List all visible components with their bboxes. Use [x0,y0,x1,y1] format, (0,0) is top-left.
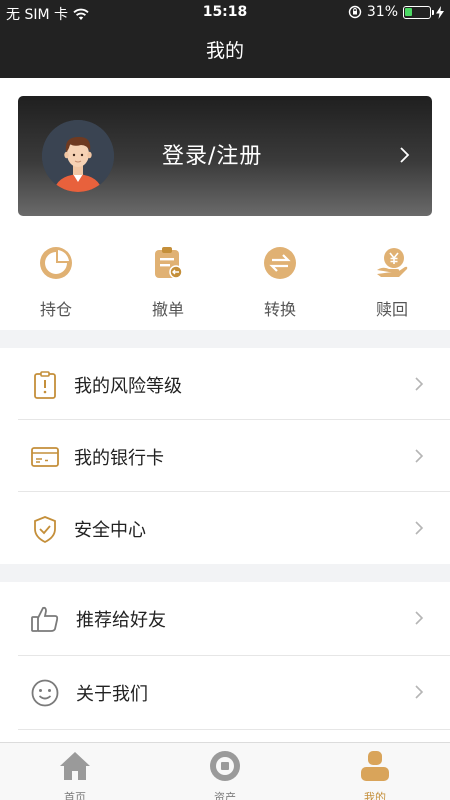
quick-actions: 持仓 撤单 转换 赎回 [0,246,450,330]
risk-level-icon [34,371,56,399]
chevron-right-icon [400,147,410,163]
battery-icon [403,5,434,19]
tab-home[interactable]: 首页 [0,749,150,800]
assets-icon [210,751,240,781]
tab-assets[interactable]: 资产 [150,749,300,800]
app-header: 无 SIM 卡 15:18 31% 我的 [0,0,450,78]
home-icon [60,752,90,780]
exchange-icon [264,247,296,279]
chevron-right-icon [415,685,424,699]
yen-hand-icon [377,248,408,277]
chevron-right-icon [415,377,424,391]
avatar-icon [42,120,114,192]
smiley-icon [31,679,59,707]
profile-icon [361,751,389,781]
orientation-lock-icon [348,5,362,19]
menu-item-recommend-friend[interactable]: 推荐给好友 [0,582,450,656]
login-card[interactable]: 登录/注册 [18,96,432,216]
shield-icon [34,516,56,544]
section-divider [0,564,450,582]
avatar [42,120,114,192]
main-content: 登录/注册 持仓 撤单 转换 赎回 我的风险等级 我的银行卡 安全中心 推荐给好… [0,78,450,742]
thumbs-up-icon [31,606,59,632]
action-cancel-order[interactable]: 撤单 [112,246,224,320]
pie-chart-icon [40,247,72,279]
chevron-right-icon [415,521,424,535]
menu-item-bank-card[interactable]: 我的银行卡 [0,420,450,492]
section-divider [0,330,450,348]
bank-card-icon [31,447,59,467]
page-title: 我的 [205,40,244,62]
menu-item-risk-level[interactable]: 我的风险等级 [0,348,450,420]
action-redeem[interactable]: 赎回 [336,246,448,320]
chevron-right-icon [415,449,424,463]
tab-mine[interactable]: 我的 [300,749,450,800]
menu-item-about-us[interactable]: 关于我们 [0,656,450,730]
menu-item-security-center[interactable]: 安全中心 [0,492,450,564]
login-register-link[interactable]: 登录/注册 [162,138,262,170]
battery-percent: 31% [366,4,398,20]
row-divider [18,729,450,730]
clipboard-cancel-icon [155,247,183,279]
battery-fill [405,7,412,16]
action-convert[interactable]: 转换 [224,246,336,320]
chevron-right-icon [415,611,424,625]
charging-bolt-icon [436,5,444,19]
action-holdings[interactable]: 持仓 [0,246,112,320]
status-bar: 无 SIM 卡 15:18 31% [0,0,450,26]
tab-bar: 首页 资产 我的 [0,742,450,800]
